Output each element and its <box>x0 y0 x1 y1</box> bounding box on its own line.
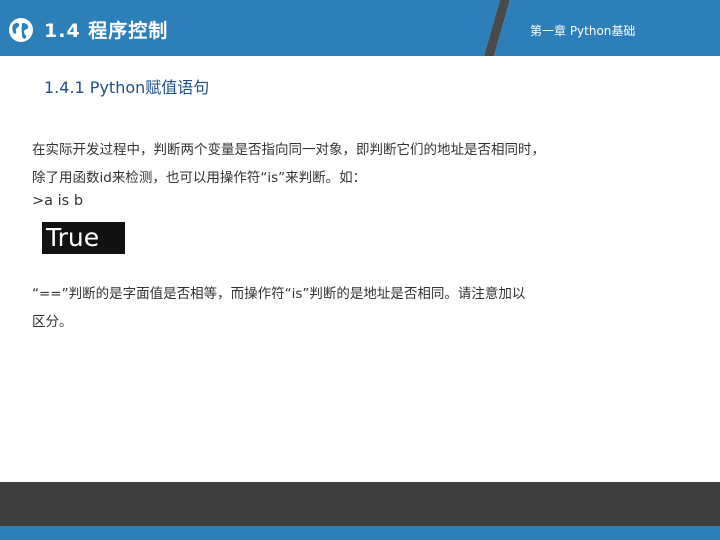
footer-accent-bar <box>0 526 720 540</box>
paragraph-line: “==”判断的是字面值是否相等，而操作符“is”判断的是地址是否相同。请注意加以 <box>32 286 526 302</box>
paragraph-line: 除了用函数id来检测，也可以用操作符“is”来判断。如： <box>32 170 367 186</box>
globe-icon <box>9 18 33 42</box>
paragraph-line: 在实际开发过程中，判断两个变量是否指向同一对象，即判断它们的地址是否相同时， <box>32 142 545 158</box>
console-output: True <box>42 222 125 254</box>
slide-header: 1.4 程序控制 第一章 Python基础 <box>0 0 720 56</box>
chapter-label: 第一章 Python基础 <box>530 24 636 38</box>
paragraph-line: 区分。 <box>32 314 73 330</box>
subheading: 1.4.1 Python赋值语句 <box>44 78 210 97</box>
slide: 1.4 程序控制 第一章 Python基础 1.4.1 Python赋值语句 在… <box>0 0 720 540</box>
code-example: >a is b <box>32 193 84 209</box>
section-title: 1.4 程序控制 <box>44 20 169 42</box>
footer-bar <box>0 482 720 526</box>
